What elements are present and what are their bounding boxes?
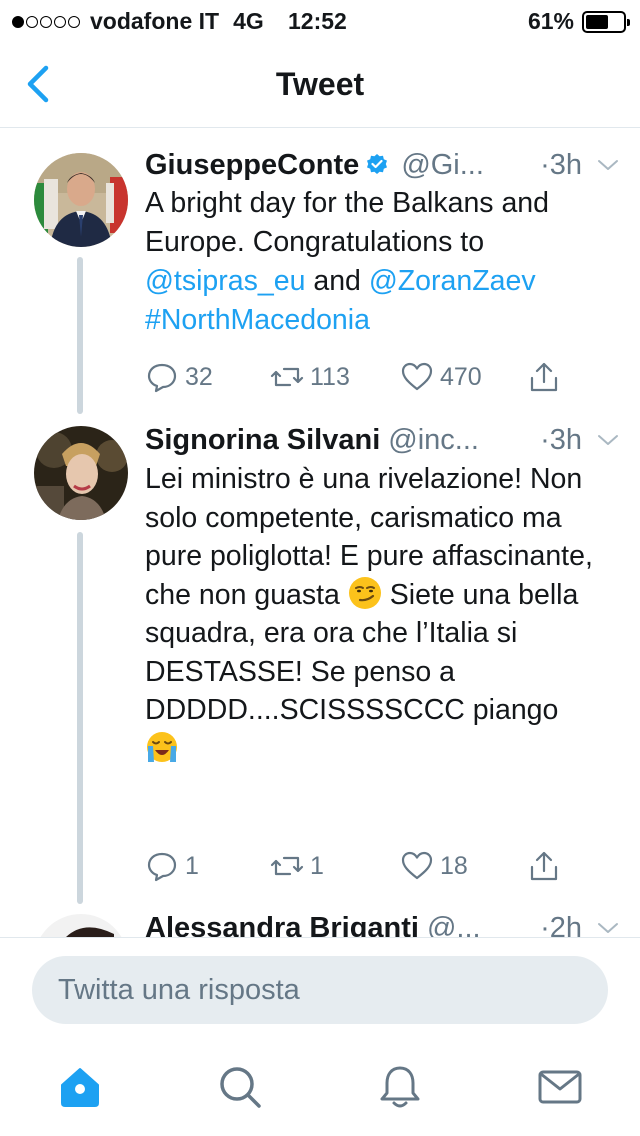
chevron-down-icon[interactable] xyxy=(596,916,620,937)
reply-bar: Twitta una risposta xyxy=(0,937,640,1041)
reply-button[interactable]: 32 xyxy=(145,360,213,394)
tweet-time: ·3h xyxy=(540,148,582,181)
author-handle[interactable]: @... xyxy=(427,912,481,938)
avatar[interactable] xyxy=(34,153,128,247)
thread-line xyxy=(77,532,83,904)
battery-fill xyxy=(586,14,608,29)
tweet[interactable]: Alessandra Briganti @... ·2h xyxy=(0,904,640,937)
reply-count: 1 xyxy=(185,851,199,880)
page-title: Tweet xyxy=(275,66,365,102)
retweet-button[interactable]: 113 xyxy=(270,360,350,394)
author-name[interactable]: Alessandra Briganti xyxy=(145,912,419,938)
tweet-header: Signorina Silvani @inc... ·3h xyxy=(145,420,620,460)
home-icon xyxy=(61,1068,99,1107)
tab-home[interactable] xyxy=(56,1063,104,1111)
tweet-header: GiuseppeConte @Gi... ·3h xyxy=(145,145,620,185)
tweet-actions: 32 113 470 xyxy=(145,360,575,400)
notifications-icon xyxy=(380,1066,420,1108)
tweet[interactable]: GiuseppeConte @Gi... ·3h A bright day fo… xyxy=(0,129,640,414)
battery-icon xyxy=(582,10,630,33)
status-time: 12:52 xyxy=(288,8,347,34)
hashtag-link[interactable]: #NorthMacedonia xyxy=(145,304,370,336)
messages-icon xyxy=(538,1070,582,1104)
share-icon xyxy=(530,362,558,392)
reply-button[interactable]: 1 xyxy=(145,849,199,883)
heart-icon xyxy=(401,362,433,391)
tweet-actions: 1 1 18 xyxy=(145,849,575,889)
tweet-time: ·3h xyxy=(540,423,582,456)
share-icon xyxy=(530,851,558,881)
carrier-name: vodafone IT xyxy=(90,8,220,34)
tweet-thread: GiuseppeConte @Gi... ·3h A bright day fo… xyxy=(0,129,640,937)
tweet-text: A bright day for the Balkans and Europe.… xyxy=(145,184,620,340)
tweet-text-segment: and xyxy=(305,265,369,297)
like-button[interactable]: 470 xyxy=(400,360,482,394)
tweet-time: ·2h xyxy=(540,911,582,938)
tweet-text: Lei ministro è una rivelazione! Non solo… xyxy=(145,460,620,768)
author-name[interactable]: Signorina Silvani xyxy=(145,424,380,457)
tab-notifications[interactable] xyxy=(376,1063,424,1111)
tweet-text-segment: A bright day for the Balkans and Europe.… xyxy=(145,187,550,258)
avatar-image xyxy=(34,153,128,247)
reply-count: 32 xyxy=(185,362,213,391)
author-name[interactable]: GiuseppeConte xyxy=(145,149,359,182)
search-icon xyxy=(220,1067,261,1108)
chevron-down-icon[interactable] xyxy=(596,153,620,177)
retweet-icon xyxy=(270,367,304,387)
share-button[interactable] xyxy=(527,849,561,883)
network-type: 4G xyxy=(233,8,264,34)
tab-search[interactable] xyxy=(216,1063,264,1111)
retweet-icon xyxy=(270,856,304,876)
tab-bar xyxy=(0,1041,640,1136)
nav-bar: Tweet xyxy=(0,40,640,128)
avatar[interactable] xyxy=(34,426,128,520)
status-left: vodafone IT 4G xyxy=(12,8,264,35)
like-count: 470 xyxy=(440,362,482,391)
retweet-count: 113 xyxy=(310,362,350,391)
tweet-content: Alessandra Briganti @... ·2h xyxy=(145,908,620,937)
reply-icon xyxy=(147,363,177,393)
mention-link[interactable]: @ZoranZaev xyxy=(369,265,536,297)
status-right: 61% xyxy=(527,8,630,35)
verified-badge-icon xyxy=(367,154,388,174)
signal-strength-icon xyxy=(12,15,80,28)
retweet-button[interactable]: 1 xyxy=(270,849,324,883)
mention-link[interactable]: @tsipras_eu xyxy=(145,265,305,297)
avatar[interactable] xyxy=(34,914,128,937)
tweet-content: Signorina Silvani @inc... ·3h Lei minist… xyxy=(145,420,620,768)
author-handle[interactable]: @Gi... xyxy=(401,149,484,182)
loudly-crying-face-emoji xyxy=(147,731,177,762)
tweet-header: Alessandra Briganti @... ·2h xyxy=(145,908,620,937)
reply-icon xyxy=(147,852,177,882)
like-count: 18 xyxy=(440,851,468,880)
like-button[interactable]: 18 xyxy=(400,849,468,883)
reply-input[interactable]: Twitta una risposta xyxy=(32,956,608,1024)
chevron-down-icon[interactable] xyxy=(596,428,620,452)
thread-line xyxy=(77,257,83,414)
share-button[interactable] xyxy=(527,360,561,394)
tab-messages[interactable] xyxy=(536,1063,584,1111)
status-bar: vodafone IT 4G 12:52 61% xyxy=(0,0,640,40)
retweet-count: 1 xyxy=(310,851,324,880)
tweet[interactable]: Signorina Silvani @inc... ·3h Lei minist… xyxy=(0,414,640,904)
avatar-image xyxy=(34,426,128,520)
author-handle[interactable]: @inc... xyxy=(388,424,479,457)
heart-icon xyxy=(401,851,433,880)
battery-percent: 61% xyxy=(527,8,574,34)
tweet-content: GiuseppeConte @Gi... ·3h A bright day fo… xyxy=(145,145,620,340)
avatar-image xyxy=(34,914,128,937)
smirking-face-emoji xyxy=(348,576,381,609)
